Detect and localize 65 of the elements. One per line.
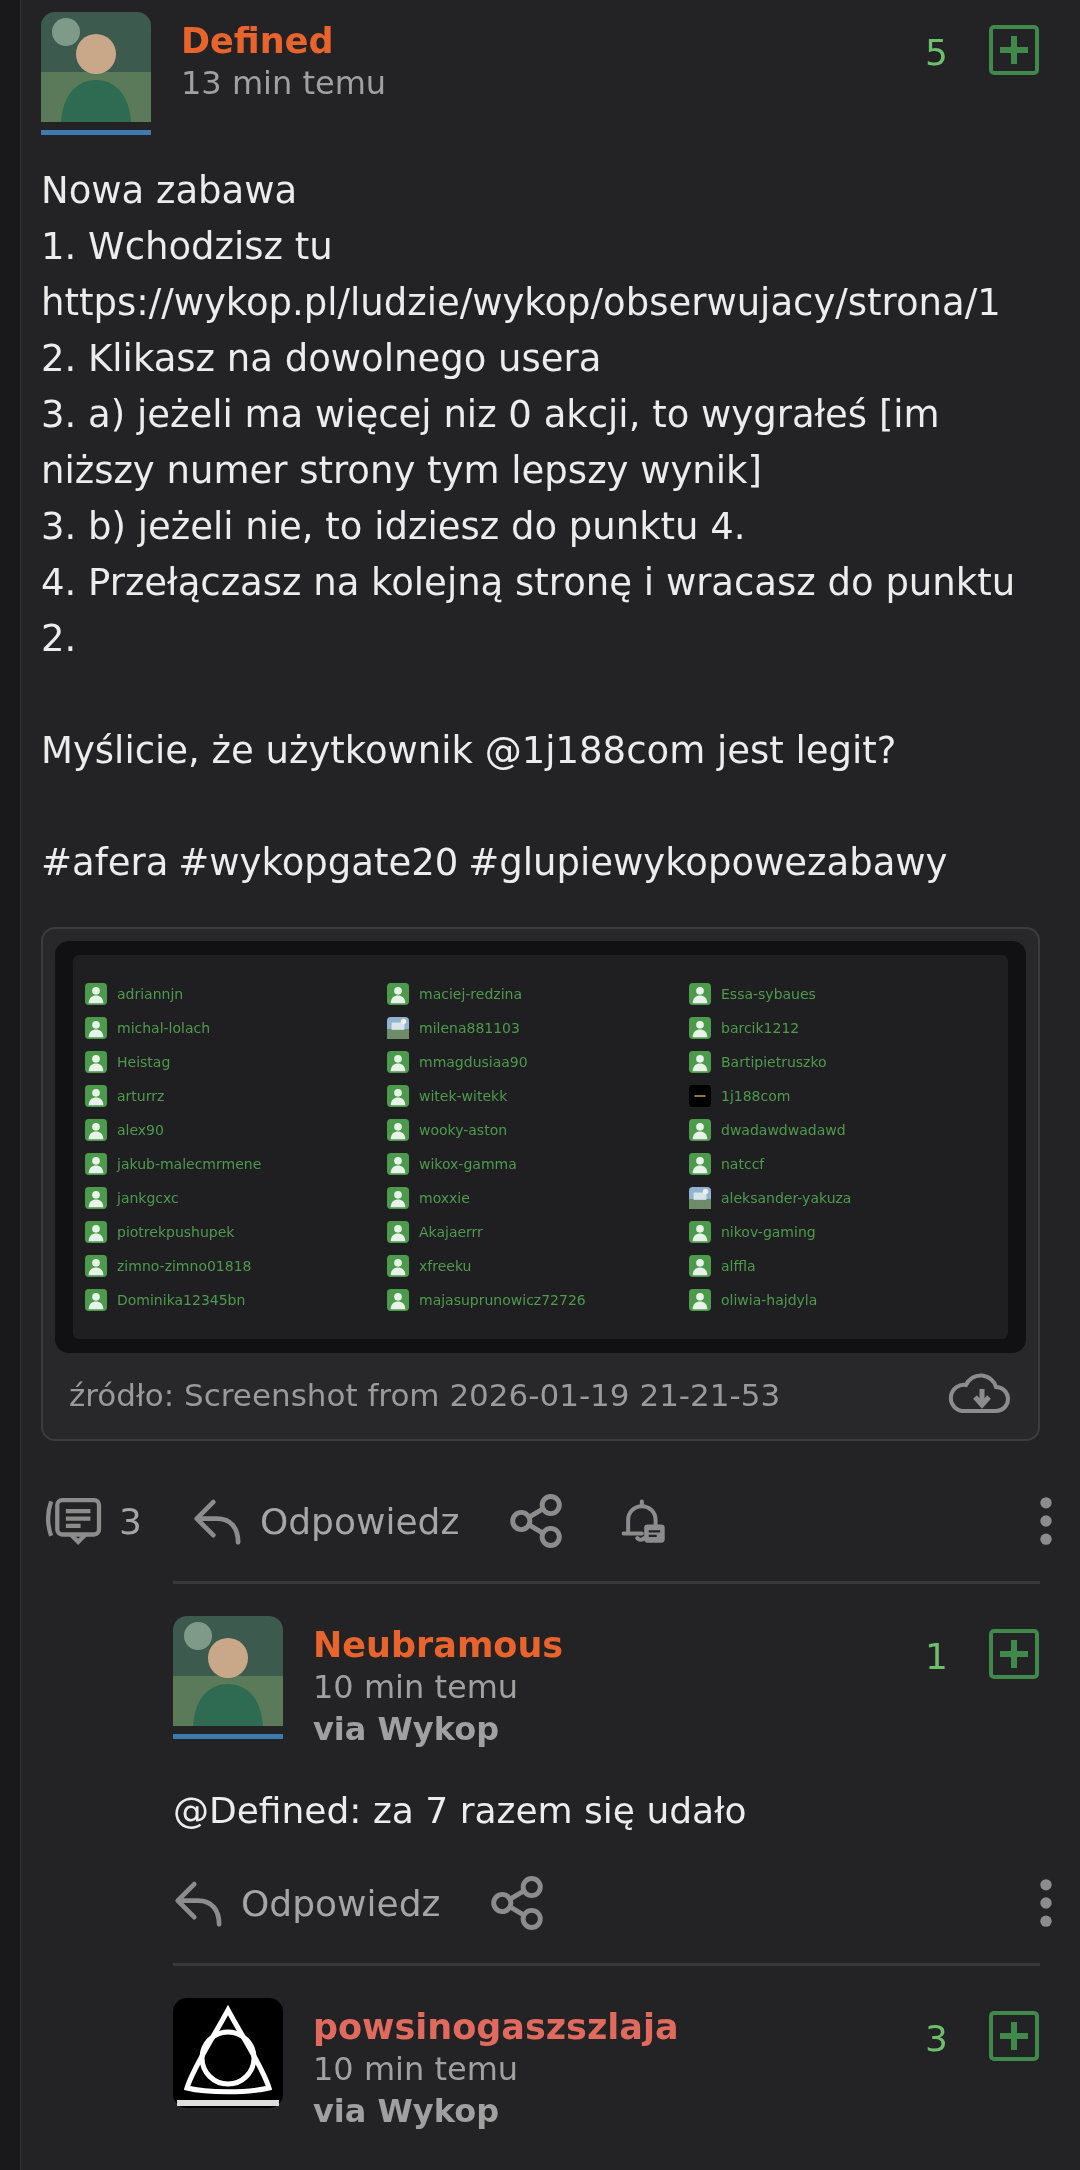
vote-count: 3 (925, 2018, 948, 2059)
source-label: via Wykop (313, 1709, 501, 1750)
username-text: Heistag (117, 1054, 171, 1070)
reply-button[interactable]: Odpowiedz (191, 1495, 460, 1547)
username-text: jankgcxc (117, 1190, 179, 1206)
author-name[interactable]: powsinogaszszlaja (313, 2006, 926, 2048)
source-caption: źródło: Screenshot from 2026-01-19 21-21-53 (69, 1377, 781, 1413)
username-text: milena881103 (419, 1020, 520, 1036)
share-icon[interactable] (509, 1494, 564, 1548)
username-text: jakub-malecmrmene (117, 1156, 262, 1172)
comments-button[interactable]: 3 (41, 1494, 142, 1548)
username-text: arturrz (117, 1088, 165, 1104)
username-text: michal-lolach (117, 1020, 211, 1036)
author-name[interactable]: Neubramous (313, 1624, 926, 1666)
hashtag-link[interactable]: #afera (41, 835, 169, 891)
post-time: 10 min temu (313, 2049, 520, 2090)
upvote-button[interactable] (988, 2010, 1040, 2062)
username-text: piotrekpushupek (117, 1224, 235, 1240)
username-text: mmagdusiaa90 (419, 1054, 528, 1070)
post-text: Myślicie, że użytkownik @1j188com jest legit? (41, 728, 898, 774)
username-text: dwadawdwadawd (721, 1122, 846, 1138)
hashtag-link[interactable]: #wykopgate20 (178, 835, 459, 891)
comment-text: @Defined: za 7 razem się udało (173, 1790, 748, 1831)
username-text: oliwia-hajdyla (721, 1292, 818, 1308)
reply-button[interactable]: Odpowiedz (173, 1877, 441, 1929)
post-text: 3. a) jeżeli ma więcej niz 0 akcji, to wygrałeś [im niższy numer strony tym lepszy wynik] (41, 392, 941, 494)
author-name[interactable]: Defined (181, 20, 926, 62)
username-text: Essa-sybaues (721, 986, 816, 1002)
post-text: 4. Przełączasz na kolejną stronę i wracasz do punktu 2. (41, 560, 1017, 662)
username-text: nikov-gaming (721, 1224, 816, 1240)
post-text: 3. b) jeżeli nie, to idziesz do punktu 4. (41, 504, 747, 550)
share-icon[interactable] (490, 1876, 545, 1930)
post-time: 13 min temu (181, 63, 388, 104)
source-label: via Wykop (313, 2091, 501, 2132)
username-text: alffla (721, 1258, 756, 1274)
more-icon[interactable] (1038, 1496, 1054, 1546)
username-text: adriannjn (117, 986, 184, 1002)
post-text: 1. Wchodzisz tu (41, 224, 334, 270)
vote-count: 1 (925, 1636, 948, 1677)
upvote-button[interactable] (988, 1628, 1040, 1680)
upvote-button[interactable] (988, 24, 1040, 76)
more-icon[interactable] (1038, 1878, 1054, 1928)
username-text: natccf (721, 1156, 765, 1172)
username-text: moxxie (419, 1190, 470, 1206)
username-text: xfreeku (419, 1258, 472, 1274)
hashtag-link[interactable]: #glupiewykopowezabawy (468, 835, 948, 891)
username-text: Dominika12345bn (117, 1292, 246, 1308)
post-text: Nowa zabawa (41, 168, 299, 214)
username-text: Akajaerrr (419, 1224, 483, 1240)
username-text: wooky-aston (419, 1122, 508, 1138)
post-text: 2. Klikasz na dowolnego usera (41, 336, 603, 382)
username-text: wikox-gamma (419, 1156, 517, 1172)
username-text: aleksander-yakuza (721, 1190, 852, 1206)
vote-count: 5 (925, 32, 948, 73)
post-text: https://wykop.pl/ludzie/wykop/obserwujacy/strona/1 (41, 280, 1002, 326)
username-text: alex90 (117, 1122, 164, 1138)
attachment-card[interactable] (41, 927, 1040, 1441)
username-text: maciej-redzina (419, 986, 522, 1002)
username-text: 1j188com (721, 1088, 791, 1104)
username-text: majasuprunowicz72726 (419, 1292, 586, 1308)
username-text: barcik1212 (721, 1020, 800, 1036)
username-text: zimno-zimno01818 (117, 1258, 252, 1274)
username-text: witek-witekk (419, 1088, 508, 1104)
username-text: Bartipietruszko (721, 1054, 827, 1070)
post-time: 10 min temu (313, 1667, 520, 1708)
